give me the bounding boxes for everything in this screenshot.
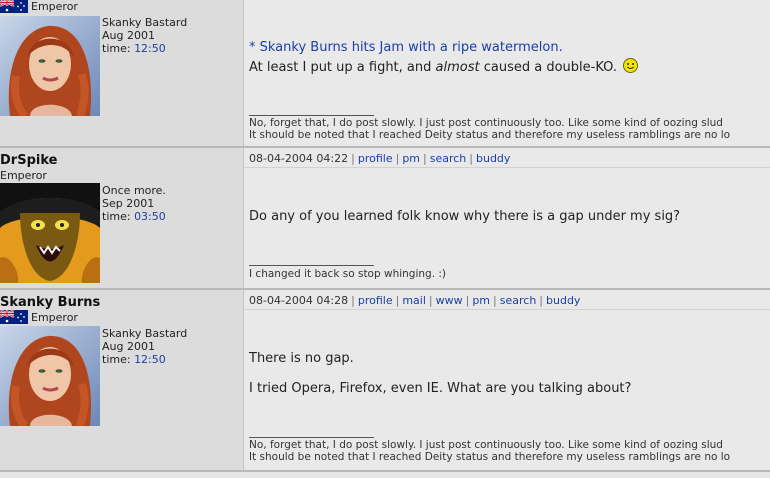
pm-link[interactable]: pm <box>402 152 420 165</box>
post-body-line: Do any of you learned folk know why ther… <box>249 209 681 224</box>
redhead-avatar-image <box>0 326 100 426</box>
join-date: Aug 2001 <box>102 29 155 42</box>
custom-title: Skanky Bastard <box>102 327 188 340</box>
post-2: DrSpike Emperor Once more. Sep 2001 time… <box>0 148 770 288</box>
redhead-avatar-image <box>0 16 100 116</box>
post-3-content: 08-04-2004 04:28 | profile | mail | www | pm | sea… <box>244 290 770 470</box>
buddy-link[interactable]: buddy <box>476 152 510 165</box>
user-time: time: 03:50 <box>102 210 166 223</box>
post-body-line: I tried Opera, Firefox, even IE. What ar… <box>249 381 632 396</box>
user-rank: Emperor <box>31 0 78 13</box>
signature-divider <box>249 437 374 438</box>
info-divider <box>244 167 770 168</box>
custom-title: Once more. <box>102 184 166 197</box>
signature: No, forget that, I do post slowly. I jus… <box>249 117 731 141</box>
profile-link[interactable]: profile <box>358 152 393 165</box>
user-rank: Emperor <box>31 311 78 324</box>
post-2-content: 08-04-2004 04:22 | profile | pm | search | buddy… <box>244 148 770 288</box>
signature: I changed it back so stop whinging. :) <box>249 268 447 280</box>
cartoon-villain-avatar-image <box>0 183 100 283</box>
post-1: Emperor Skanky Bastard Aug 2001 time: 12… <box>0 0 770 146</box>
post-1-content: * Skanky Burns hits Jam with a ripe wate… <box>244 0 770 146</box>
user-rank: Emperor <box>0 169 47 182</box>
search-link[interactable]: search <box>430 152 467 165</box>
post-3-author-panel: Skanky Burns Emperor Skanky Bastard Aug … <box>0 290 244 470</box>
info-divider <box>244 309 770 310</box>
search-link[interactable]: search <box>500 294 537 307</box>
post-separator <box>0 470 770 472</box>
post-info-bar: 08-04-2004 04:28 | profile | mail | www | pm | sea… <box>249 294 581 307</box>
post-2-author-panel: DrSpike Emperor Once more. Sep 2001 time… <box>0 148 244 288</box>
join-date: Aug 2001 <box>102 340 155 353</box>
user-time: time: 12:50 <box>102 353 166 366</box>
user-meta: Once more. Sep 2001 time: 03:50 <box>102 184 166 223</box>
buddy-link[interactable]: buddy <box>546 294 580 307</box>
profile-link[interactable]: profile <box>358 294 393 307</box>
post-1-author-panel: Emperor Skanky Bastard Aug 2001 time: 12… <box>0 0 244 146</box>
action-quote: * Skanky Burns hits Jam with a ripe wate… <box>249 40 563 55</box>
username[interactable]: Skanky Burns <box>0 295 100 310</box>
australia-flag-icon <box>0 0 28 13</box>
post-body-line: There is no gap. <box>249 351 354 366</box>
mail-link[interactable]: mail <box>402 294 426 307</box>
custom-title: Skanky Bastard <box>102 16 188 29</box>
pm-link[interactable]: pm <box>472 294 490 307</box>
post-3: Skanky Burns Emperor Skanky Bastard Aug … <box>0 290 770 470</box>
user-meta: Skanky Bastard Aug 2001 time: 12:50 <box>102 16 187 55</box>
user-meta: Skanky Bastard Aug 2001 time: 12:50 <box>102 327 187 366</box>
join-date: Sep 2001 <box>102 197 155 210</box>
username[interactable]: DrSpike <box>0 153 57 168</box>
signature-divider <box>249 115 374 116</box>
smiley-icon <box>623 58 639 73</box>
user-time: time: 12:50 <box>102 42 166 55</box>
post-date: 08-04-2004 04:28 <box>249 294 349 307</box>
post-date: 08-04-2004 04:22 <box>249 152 349 165</box>
australia-flag-icon <box>0 310 28 324</box>
signature-divider <box>249 265 374 266</box>
www-link[interactable]: www <box>436 294 463 307</box>
post-body-line: At least I put up a fight, and almost ca… <box>249 58 639 75</box>
post-info-bar: 08-04-2004 04:22 | profile | pm | search | buddy <box>249 152 511 165</box>
signature: No, forget that, I do post slowly. I jus… <box>249 439 731 463</box>
